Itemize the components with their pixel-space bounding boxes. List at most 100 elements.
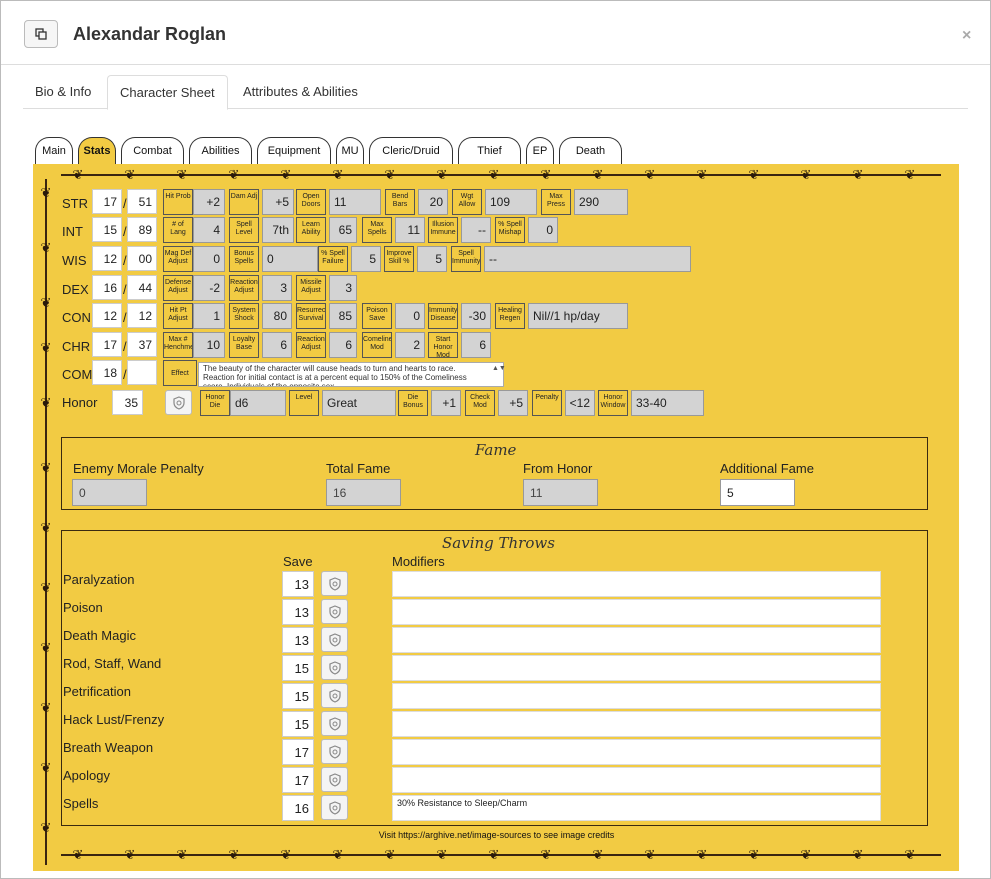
con-poison-save-value: 0: [395, 303, 425, 329]
fleuron-icon: ❦: [40, 820, 52, 835]
popout-icon: [35, 28, 47, 40]
effect-scrollbar[interactable]: ▲▼: [492, 363, 506, 386]
image-credit: Visit https://arghive.net/image-sources …: [378, 830, 615, 840]
wis-improve-skill--label: Improve Skill %: [384, 246, 414, 272]
dex-label: DEX: [62, 282, 89, 297]
save-apology-label: Apology: [63, 768, 110, 783]
save-poison-value[interactable]: 13: [282, 599, 314, 625]
fleuron-icon: ❦: [592, 167, 604, 182]
sheet-tab-combat[interactable]: Combat: [121, 137, 184, 165]
shield-icon: [328, 604, 341, 619]
dex-pct-input[interactable]: 44: [127, 275, 157, 300]
str-score-input[interactable]: 17: [92, 189, 122, 214]
sheet-tab-mu[interactable]: MU: [336, 137, 364, 165]
chr-score-input[interactable]: 17: [92, 332, 122, 357]
wis-score-input[interactable]: 12: [92, 246, 122, 271]
wis-spell-immunity-value: --: [484, 246, 691, 272]
sheet-tab-death[interactable]: Death: [559, 137, 622, 165]
com-label: COM: [62, 367, 93, 382]
save-petrification-value[interactable]: 15: [282, 683, 314, 709]
con-pct-input[interactable]: 12: [127, 303, 157, 328]
save-death-magic-value[interactable]: 13: [282, 627, 314, 653]
dex-reaction-adjust-value: 3: [262, 275, 292, 301]
wis-pct-input[interactable]: 00: [127, 246, 157, 271]
fleuron-icon: ❦: [488, 167, 500, 182]
honor-honor-die-label: Honor Die: [200, 390, 230, 416]
honor-roll-button[interactable]: [165, 390, 192, 415]
save-petrification-modifiers[interactable]: [392, 683, 881, 709]
save-breath-weapon-roll-button[interactable]: [321, 739, 348, 764]
str-dam-adj-value: +5: [262, 189, 294, 215]
int-pct-input[interactable]: 89: [127, 217, 157, 242]
save-spells-value[interactable]: 16: [282, 795, 314, 821]
tab-attributes-abilities[interactable]: Attributes & Abilities: [231, 75, 370, 109]
save-paralyzation-roll-button[interactable]: [321, 571, 348, 596]
save-breath-weapon-modifiers[interactable]: [392, 739, 881, 765]
wis-bonus-spells-label: Bonus Spells: [229, 246, 259, 272]
con-hit-pt-adjust-value: 1: [193, 303, 225, 329]
save-paralyzation-value[interactable]: 13: [282, 571, 314, 597]
com-pct-input[interactable]: [127, 360, 157, 385]
honor-input[interactable]: 35: [112, 390, 143, 415]
save-paralyzation-modifiers[interactable]: [392, 571, 881, 597]
save-rod-staff-wand-label: Rod, Staff, Wand: [63, 656, 162, 671]
save-poison-roll-button[interactable]: [321, 599, 348, 624]
fleuron-icon: ❦: [852, 847, 864, 862]
str-bend-bars-value: 20: [418, 189, 448, 215]
con-poison-save-label: Poison Save: [362, 303, 392, 329]
save-rod-staff-wand-value[interactable]: 15: [282, 655, 314, 681]
chr-pct-input[interactable]: 37: [127, 332, 157, 357]
save-hack-lust-frenzy-roll-button[interactable]: [321, 711, 348, 736]
dex-defense-adjust-value: -2: [193, 275, 225, 301]
int-learn-ability-label: Learn Ability: [296, 217, 326, 243]
honor-honor-window-value: 33-40: [631, 390, 704, 416]
con-healing-regen-value: Nil//1 hp/day: [528, 303, 628, 329]
wis--spell-failure-value: 5: [351, 246, 381, 272]
sheet-tab-equipment[interactable]: Equipment: [257, 137, 331, 165]
con-label: CON: [62, 310, 91, 325]
com-score-input[interactable]: 18: [92, 360, 122, 385]
int-score-input[interactable]: 15: [92, 217, 122, 242]
save-rod-staff-wand-roll-button[interactable]: [321, 655, 348, 680]
dex-score-input[interactable]: 16: [92, 275, 122, 300]
tab-bio-info[interactable]: Bio & Info: [23, 75, 103, 109]
con-score-input[interactable]: 12: [92, 303, 122, 328]
wis-mag-def-adjust-label: Mag Def Adjust: [163, 246, 193, 272]
save-spells-roll-button[interactable]: [321, 795, 348, 820]
fleuron-icon: ❦: [280, 847, 292, 862]
save-rod-staff-wand-modifiers[interactable]: [392, 655, 881, 681]
sheet-tab-main[interactable]: Main: [35, 137, 73, 165]
sheet-tab-stats[interactable]: Stats: [78, 137, 116, 165]
str-pct-input[interactable]: 51: [127, 189, 157, 214]
fleuron-icon: ❦: [40, 340, 52, 355]
save-poison-modifiers[interactable]: [392, 599, 881, 625]
save-apology-roll-button[interactable]: [321, 767, 348, 792]
sheet-tab-cleric-druid[interactable]: Cleric/Druid: [369, 137, 453, 165]
fleuron-icon: ❦: [40, 395, 52, 410]
dialog-header: Alexandar Roglan ×: [1, 1, 990, 65]
sheet-tab-abilities[interactable]: Abilities: [189, 137, 252, 165]
total-fame-label: Total Fame: [326, 461, 391, 476]
dex-missile-adjust-label: Missile Adjust: [296, 275, 326, 301]
save-hack-lust-frenzy-modifiers[interactable]: [392, 711, 881, 737]
tab-character-sheet[interactable]: Character Sheet: [107, 75, 228, 110]
save-apology-value[interactable]: 17: [282, 767, 314, 793]
str-label: STR: [62, 196, 88, 211]
sheet-tab-thief[interactable]: Thief: [458, 137, 521, 165]
sheet-tab-ep[interactable]: EP: [526, 137, 554, 165]
save-petrification-roll-button[interactable]: [321, 683, 348, 708]
save-death-magic-roll-button[interactable]: [321, 627, 348, 652]
chr-reaction-adjust-label: Reaction Adjust: [296, 332, 326, 358]
save-death-magic-modifiers[interactable]: [392, 627, 881, 653]
popout-button[interactable]: [24, 20, 58, 48]
save-spells-modifiers[interactable]: 30% Resistance to Sleep/Charm: [392, 795, 881, 821]
save-apology-modifiers[interactable]: [392, 767, 881, 793]
save-breath-weapon-value[interactable]: 17: [282, 739, 314, 765]
fleuron-icon: ❦: [852, 167, 864, 182]
int-learn-ability-value: 65: [329, 217, 357, 243]
close-icon[interactable]: ×: [962, 27, 971, 45]
chr-comeliness-mod-value: 2: [395, 332, 425, 358]
str-max-press-value: 290: [574, 189, 628, 215]
additional-fame-input[interactable]: 5: [720, 479, 795, 506]
save-hack-lust-frenzy-value[interactable]: 15: [282, 711, 314, 737]
